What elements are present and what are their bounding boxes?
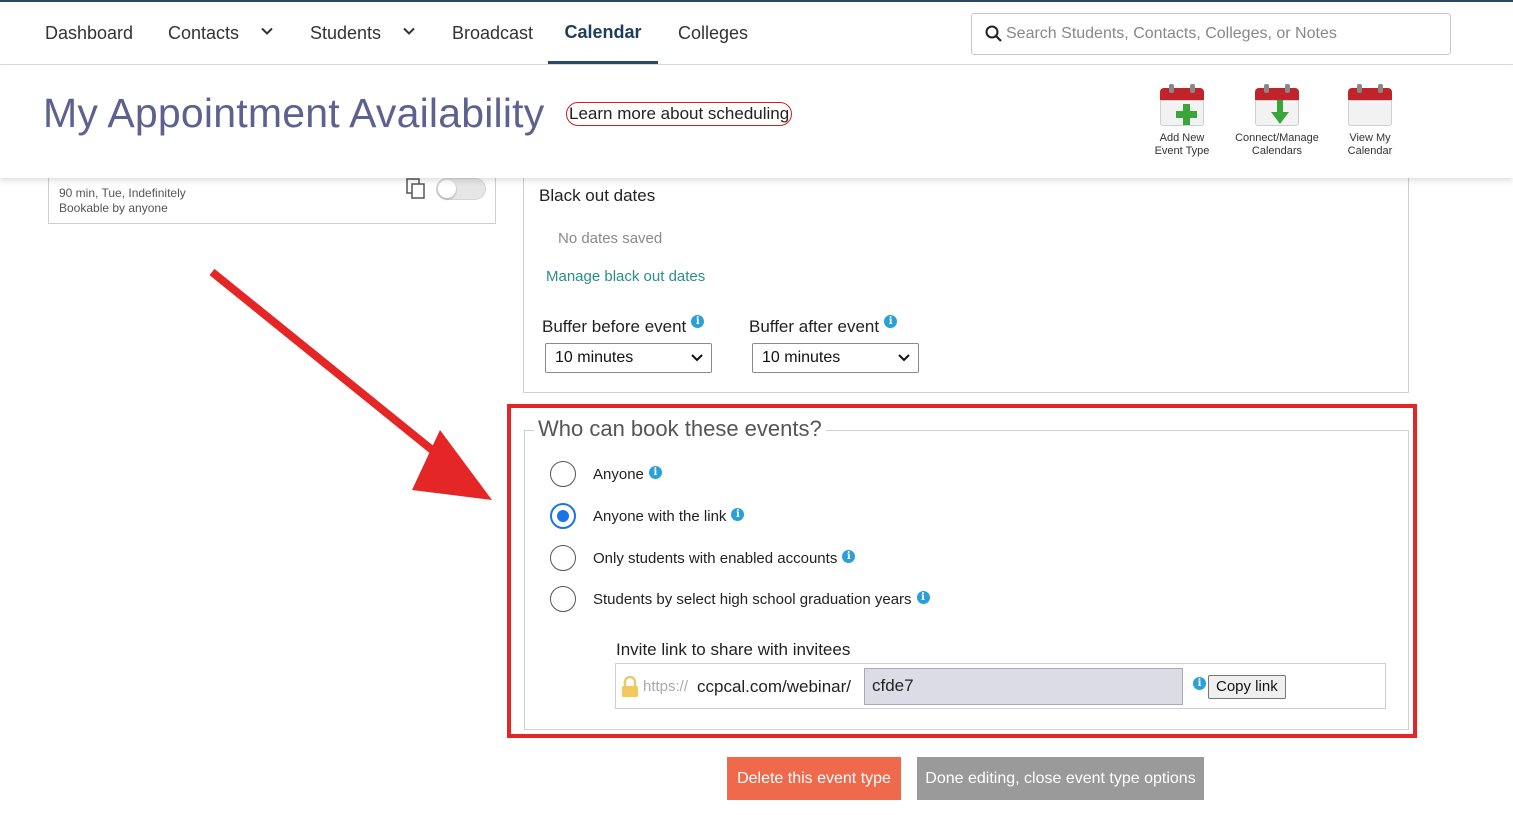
connect-calendars-button[interactable]: Connect/Manage Calendars [1232,84,1322,158]
calendar-view-icon [1348,84,1392,128]
nav-colleges[interactable]: Colleges [678,2,748,64]
nav-broadcast[interactable]: Broadcast [452,2,533,64]
calendar-add-icon [1160,84,1204,128]
buffer-before-select[interactable]: 10 minutes [545,343,712,373]
nav-students[interactable]: Students [310,2,415,64]
nav-contacts[interactable]: Contacts [168,2,273,64]
chevron-down-icon[interactable] [261,25,273,37]
view-calendar-button[interactable]: View My Calendar [1325,84,1415,158]
annotation-highlight-box [507,404,1417,738]
chevron-down-icon [691,354,703,362]
chevron-down-icon[interactable] [403,25,415,37]
buffer-before-label: Buffer before event i [542,315,705,337]
delete-event-type-button[interactable]: Delete this event type [727,757,901,800]
blackout-dates-label: Black out dates [539,186,656,205]
info-icon[interactable]: i [884,315,898,328]
annotation-arrow-icon [209,268,492,500]
page-header: My Appointment Availability Learn more a… [0,66,1513,178]
nav-calendar[interactable]: Calendar [548,2,658,64]
no-dates-text: No dates saved [558,230,663,247]
add-event-type-button[interactable]: Add New Event Type [1137,84,1227,158]
top-nav: Dashboard Contacts Students Broadcast Ca… [0,0,1513,65]
done-editing-button[interactable]: Done editing, close event type options [917,757,1204,800]
info-icon[interactable]: i [691,315,705,328]
copy-icon[interactable] [406,178,426,200]
search-input[interactable] [1006,22,1436,46]
chevron-down-icon [898,354,910,362]
toggle-knob [438,180,456,198]
search-icon [985,25,1002,42]
page-title: My Appointment Availability [43,90,545,136]
event-type-meta: 90 min, Tue, Indefinitely Bookable by an… [59,186,186,215]
buffer-after-select[interactable]: 10 minutes [752,343,919,373]
manage-blackout-link[interactable]: Manage black out dates [546,268,705,285]
calendar-download-icon [1255,84,1299,128]
learn-more-link[interactable]: Learn more about scheduling [566,102,793,126]
search-box [971,13,1451,55]
event-enabled-toggle[interactable] [436,178,486,200]
buffer-after-label: Buffer after event i [749,315,898,337]
nav-dashboard[interactable]: Dashboard [45,2,133,64]
